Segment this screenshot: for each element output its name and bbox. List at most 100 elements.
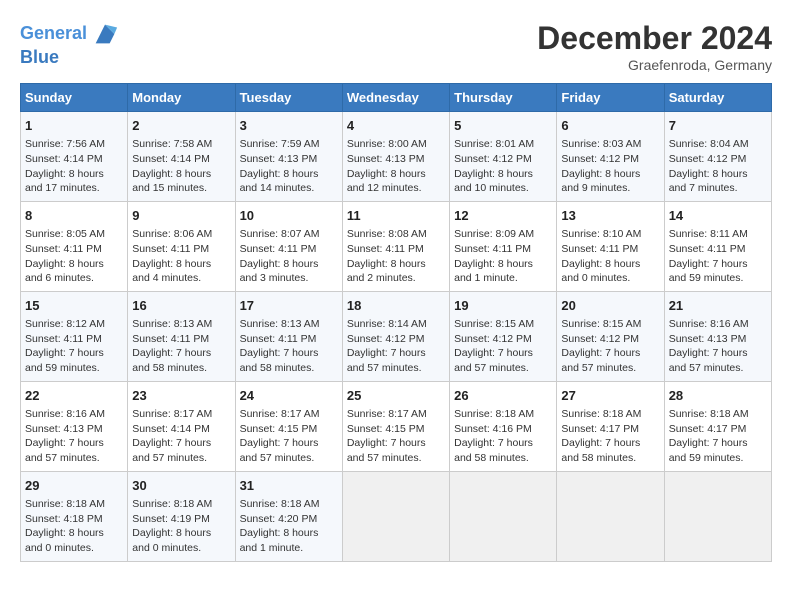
weekday-header-tuesday: Tuesday [235, 84, 342, 112]
day-info: Sunrise: 8:03 AMSunset: 4:12 PMDaylight:… [561, 138, 641, 194]
day-number: 15 [25, 297, 123, 315]
calendar-cell [342, 471, 449, 561]
calendar-cell: 23 Sunrise: 8:17 AMSunset: 4:14 PMDayligh… [128, 381, 235, 471]
day-info: Sunrise: 8:11 AMSunset: 4:11 PMDaylight:… [669, 228, 748, 284]
page-header: General Blue December 2024 Graefenroda, … [20, 20, 772, 73]
day-number: 17 [240, 297, 338, 315]
day-info: Sunrise: 8:15 AMSunset: 4:12 PMDaylight:… [561, 318, 641, 374]
calendar-cell: 8Sunrise: 8:05 AMSunset: 4:11 PMDaylight… [21, 201, 128, 291]
calendar-cell: 30 Sunrise: 8:18 AMSunset: 4:19 PMDayligh… [128, 471, 235, 561]
day-number: 23 [132, 387, 230, 405]
calendar-cell: 10 Sunrise: 8:07 AMSunset: 4:11 PMDayligh… [235, 201, 342, 291]
day-info: Sunrise: 8:00 AMSunset: 4:13 PMDaylight:… [347, 138, 427, 194]
day-info: Sunrise: 8:17 AMSunset: 4:14 PMDaylight:… [132, 408, 212, 464]
day-info: Sunrise: 7:59 AMSunset: 4:13 PMDaylight:… [240, 138, 320, 194]
calendar-cell: 4 Sunrise: 8:00 AMSunset: 4:13 PMDaylight… [342, 112, 449, 202]
calendar-cell: 11Sunrise: 8:08 AMSunset: 4:11 PMDayligh… [342, 201, 449, 291]
day-number: 21 [669, 297, 767, 315]
day-info: Sunrise: 8:15 AMSunset: 4:12 PMDaylight:… [454, 318, 534, 374]
calendar-cell: 9 Sunrise: 8:06 AMSunset: 4:11 PMDaylight… [128, 201, 235, 291]
day-number: 26 [454, 387, 552, 405]
calendar-cell: 16Sunrise: 8:13 AMSunset: 4:11 PMDayligh… [128, 291, 235, 381]
calendar-cell [450, 471, 557, 561]
calendar-cell: 29Sunrise: 8:18 AMSunset: 4:18 PMDayligh… [21, 471, 128, 561]
day-number: 16 [132, 297, 230, 315]
calendar-cell: 27 Sunrise: 8:18 AMSunset: 4:17 PMDayligh… [557, 381, 664, 471]
day-number: 25 [347, 387, 445, 405]
day-number: 4 [347, 117, 445, 135]
day-number: 14 [669, 207, 767, 225]
calendar-cell: 3 Sunrise: 7:59 AMSunset: 4:13 PMDaylight… [235, 112, 342, 202]
day-number: 5 [454, 117, 552, 135]
day-number: 6 [561, 117, 659, 135]
calendar-cell: 5Sunrise: 8:01 AMSunset: 4:12 PMDaylight… [450, 112, 557, 202]
day-info: Sunrise: 8:18 AMSunset: 4:17 PMDaylight:… [561, 408, 641, 464]
calendar-week-row: 29Sunrise: 8:18 AMSunset: 4:18 PMDayligh… [21, 471, 772, 561]
weekday-header-row: SundayMondayTuesdayWednesdayThursdayFrid… [21, 84, 772, 112]
day-number: 22 [25, 387, 123, 405]
calendar-cell: 24 Sunrise: 8:17 AMSunset: 4:15 PMDayligh… [235, 381, 342, 471]
calendar-cell: 18 Sunrise: 8:14 AMSunset: 4:12 PMDayligh… [342, 291, 449, 381]
calendar-cell: 17Sunrise: 8:13 AMSunset: 4:11 PMDayligh… [235, 291, 342, 381]
day-info: Sunrise: 8:09 AMSunset: 4:11 PMDaylight:… [454, 228, 534, 284]
day-number: 10 [240, 207, 338, 225]
calendar-table: SundayMondayTuesdayWednesdayThursdayFrid… [20, 83, 772, 562]
day-info: Sunrise: 8:05 AMSunset: 4:11 PMDaylight:… [25, 228, 105, 284]
day-info: Sunrise: 7:56 AMSunset: 4:14 PMDaylight:… [25, 138, 105, 194]
calendar-cell [557, 471, 664, 561]
day-info: Sunrise: 8:17 AMSunset: 4:15 PMDaylight:… [240, 408, 320, 464]
calendar-cell: 20 Sunrise: 8:15 AMSunset: 4:12 PMDayligh… [557, 291, 664, 381]
title-block: December 2024 Graefenroda, Germany [537, 20, 772, 73]
day-info: Sunrise: 7:58 AMSunset: 4:14 PMDaylight:… [132, 138, 212, 194]
day-info: Sunrise: 8:08 AMSunset: 4:11 PMDaylight:… [347, 228, 427, 284]
day-number: 20 [561, 297, 659, 315]
calendar-cell: 31Sunrise: 8:18 AMSunset: 4:20 PMDayligh… [235, 471, 342, 561]
weekday-header-wednesday: Wednesday [342, 84, 449, 112]
day-info: Sunrise: 8:07 AMSunset: 4:11 PMDaylight:… [240, 228, 320, 284]
day-number: 3 [240, 117, 338, 135]
calendar-cell: 7 Sunrise: 8:04 AMSunset: 4:12 PMDaylight… [664, 112, 771, 202]
calendar-cell: 22Sunrise: 8:16 AMSunset: 4:13 PMDayligh… [21, 381, 128, 471]
weekday-header-sunday: Sunday [21, 84, 128, 112]
calendar-cell: 28Sunrise: 8:18 AMSunset: 4:17 PMDayligh… [664, 381, 771, 471]
day-number: 9 [132, 207, 230, 225]
day-number: 31 [240, 477, 338, 495]
day-info: Sunrise: 8:14 AMSunset: 4:12 PMDaylight:… [347, 318, 427, 374]
day-info: Sunrise: 8:18 AMSunset: 4:19 PMDaylight:… [132, 498, 212, 554]
calendar-cell: 6 Sunrise: 8:03 AMSunset: 4:12 PMDaylight… [557, 112, 664, 202]
calendar-cell [664, 471, 771, 561]
calendar-body: 1 Sunrise: 7:56 AMSunset: 4:14 PMDaylight… [21, 112, 772, 562]
day-info: Sunrise: 8:06 AMSunset: 4:11 PMDaylight:… [132, 228, 212, 284]
day-number: 27 [561, 387, 659, 405]
logo-icon [91, 20, 119, 48]
day-number: 2 [132, 117, 230, 135]
calendar-week-row: 1 Sunrise: 7:56 AMSunset: 4:14 PMDaylight… [21, 112, 772, 202]
calendar-cell: 25 Sunrise: 8:17 AMSunset: 4:15 PMDayligh… [342, 381, 449, 471]
day-number: 12 [454, 207, 552, 225]
day-number: 29 [25, 477, 123, 495]
day-info: Sunrise: 8:12 AMSunset: 4:11 PMDaylight:… [25, 318, 105, 374]
day-info: Sunrise: 8:17 AMSunset: 4:15 PMDaylight:… [347, 408, 427, 464]
day-number: 1 [25, 117, 123, 135]
weekday-header-saturday: Saturday [664, 84, 771, 112]
calendar-cell: 14 Sunrise: 8:11 AMSunset: 4:11 PMDayligh… [664, 201, 771, 291]
calendar-cell: 13Sunrise: 8:10 AMSunset: 4:11 PMDayligh… [557, 201, 664, 291]
logo-blue-text: Blue [20, 48, 119, 68]
calendar-cell: 2 Sunrise: 7:58 AMSunset: 4:14 PMDaylight… [128, 112, 235, 202]
day-number: 7 [669, 117, 767, 135]
calendar-cell: 12 Sunrise: 8:09 AMSunset: 4:11 PMDayligh… [450, 201, 557, 291]
month-title: December 2024 [537, 20, 772, 57]
calendar-cell: 26Sunrise: 8:18 AMSunset: 4:16 PMDayligh… [450, 381, 557, 471]
day-number: 30 [132, 477, 230, 495]
weekday-header-monday: Monday [128, 84, 235, 112]
weekday-header-friday: Friday [557, 84, 664, 112]
day-info: Sunrise: 8:04 AMSunset: 4:12 PMDaylight:… [669, 138, 749, 194]
logo: General Blue [20, 20, 119, 68]
day-number: 18 [347, 297, 445, 315]
day-number: 24 [240, 387, 338, 405]
calendar-cell: 1 Sunrise: 7:56 AMSunset: 4:14 PMDaylight… [21, 112, 128, 202]
calendar-header: SundayMondayTuesdayWednesdayThursdayFrid… [21, 84, 772, 112]
day-info: Sunrise: 8:16 AMSunset: 4:13 PMDaylight:… [669, 318, 749, 374]
logo-text: General [20, 24, 87, 44]
day-number: 19 [454, 297, 552, 315]
